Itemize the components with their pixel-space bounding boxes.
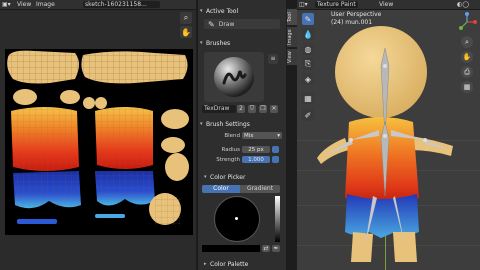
brushes-header[interactable]: ▾ Brushes xyxy=(200,38,284,48)
tool-name: Draw xyxy=(218,20,235,28)
color-palette-header[interactable]: ▸ Color Palette xyxy=(204,259,288,269)
eyedropper-icon[interactable]: ✒ xyxy=(272,245,280,252)
fill-tool-icon[interactable]: ◈ xyxy=(302,73,314,85)
color-wheel-cursor[interactable] xyxy=(235,217,238,220)
shading-icon[interactable]: ◐◯ xyxy=(457,1,469,8)
radius-pressure-icon[interactable] xyxy=(272,146,279,153)
clone-tool-icon[interactable]: ⎘ xyxy=(302,58,314,70)
soften-tool-icon[interactable]: 💧 xyxy=(302,28,314,40)
brush-name-field[interactable]: TexDraw xyxy=(202,105,236,113)
unlink-x-icon[interactable]: ✕ xyxy=(270,105,278,113)
blend-dropdown[interactable]: Mix ▾ xyxy=(242,132,282,139)
object-label: (24) mun.001 xyxy=(331,19,373,26)
fake-user-shield-icon[interactable]: ⛉ xyxy=(248,105,256,113)
annotate-tool-icon[interactable]: ✐ xyxy=(302,109,314,121)
strength-label: Strength xyxy=(216,157,240,163)
brush-sphere-icon xyxy=(214,57,254,97)
mask-tool-icon[interactable]: ▦ xyxy=(302,92,314,104)
swap-colors-icon[interactable]: ⇄ xyxy=(262,245,270,252)
brush-preview[interactable] xyxy=(204,52,264,102)
pan-hand-icon[interactable]: ✋ xyxy=(180,26,192,38)
image-editor-header: ▣▾ View Image sketch-160231158... xyxy=(0,0,196,10)
navigation-gizmo[interactable] xyxy=(457,12,477,32)
viewport-header: ◫▾ Texture Paint View ◐◯ xyxy=(297,0,480,10)
menu-image[interactable]: Image xyxy=(36,1,55,8)
brush-settings-header[interactable]: ▾ Brush Settings xyxy=(200,119,284,129)
tab-color[interactable]: Color xyxy=(202,185,240,193)
image-editor[interactable]: ▣▾ View Image sketch-160231158... ⌕ ✋ xyxy=(0,0,196,270)
zoom-icon[interactable]: ⌕ xyxy=(461,36,473,48)
grid-view-icon[interactable]: ▦ xyxy=(461,81,473,93)
strength-pressure-icon[interactable] xyxy=(272,156,279,163)
color-picker-header[interactable]: ▾ Color Picker xyxy=(204,172,288,182)
blend-label: Blend xyxy=(224,133,240,139)
camera-icon[interactable]: ⎙ xyxy=(461,66,473,78)
perspective-label: User Perspective xyxy=(331,11,382,18)
editor-type-icon[interactable]: ▣▾ xyxy=(2,1,11,8)
color-wheel[interactable] xyxy=(214,196,260,242)
strength-field[interactable]: 1.000 xyxy=(242,156,270,163)
draw-brush-icon: ✎ xyxy=(208,19,215,29)
brush-list-icon[interactable]: ≡ xyxy=(268,54,278,64)
pan-hand-icon[interactable]: ✋ xyxy=(461,51,473,63)
radius-label: Radius xyxy=(221,147,240,153)
duplicate-icon[interactable]: ❐ xyxy=(259,105,267,113)
character-model[interactable] xyxy=(315,26,455,270)
brush-users-count[interactable]: 2 xyxy=(237,105,245,113)
smear-tool-icon[interactable]: ◍ xyxy=(302,43,314,55)
axis-gizmo-icon xyxy=(459,12,477,30)
zoom-icon[interactable]: ⌕ xyxy=(180,12,192,24)
3d-viewport[interactable]: ◫▾ Texture Paint View ◐◯ User Perspectiv… xyxy=(297,0,480,270)
menu-view[interactable]: View xyxy=(379,1,393,8)
color-swatch[interactable] xyxy=(202,245,260,252)
tool-properties-panel: ▾ Active Tool ✎ Draw ▾ Brushes ≡ TexDraw… xyxy=(197,0,286,270)
uv-texture-canvas[interactable] xyxy=(5,49,193,235)
editor-type-icon[interactable]: ◫▾ xyxy=(299,1,308,8)
active-tool-header[interactable]: ▾ Active Tool xyxy=(200,6,284,16)
mode-selector[interactable]: Texture Paint xyxy=(315,1,358,8)
draw-tool-icon[interactable]: ✎ xyxy=(302,13,314,25)
menu-view[interactable]: View xyxy=(17,1,31,8)
chevron-down-icon: ▾ xyxy=(277,132,280,139)
image-name-field[interactable]: sketch-160231158... xyxy=(83,1,160,8)
active-tool-selector[interactable]: ✎ Draw xyxy=(204,19,280,29)
tab-gradient[interactable]: Gradient xyxy=(240,185,280,193)
uv-texture-art xyxy=(7,50,189,225)
value-slider[interactable] xyxy=(275,196,280,242)
radius-field[interactable]: 25 px xyxy=(242,146,270,153)
